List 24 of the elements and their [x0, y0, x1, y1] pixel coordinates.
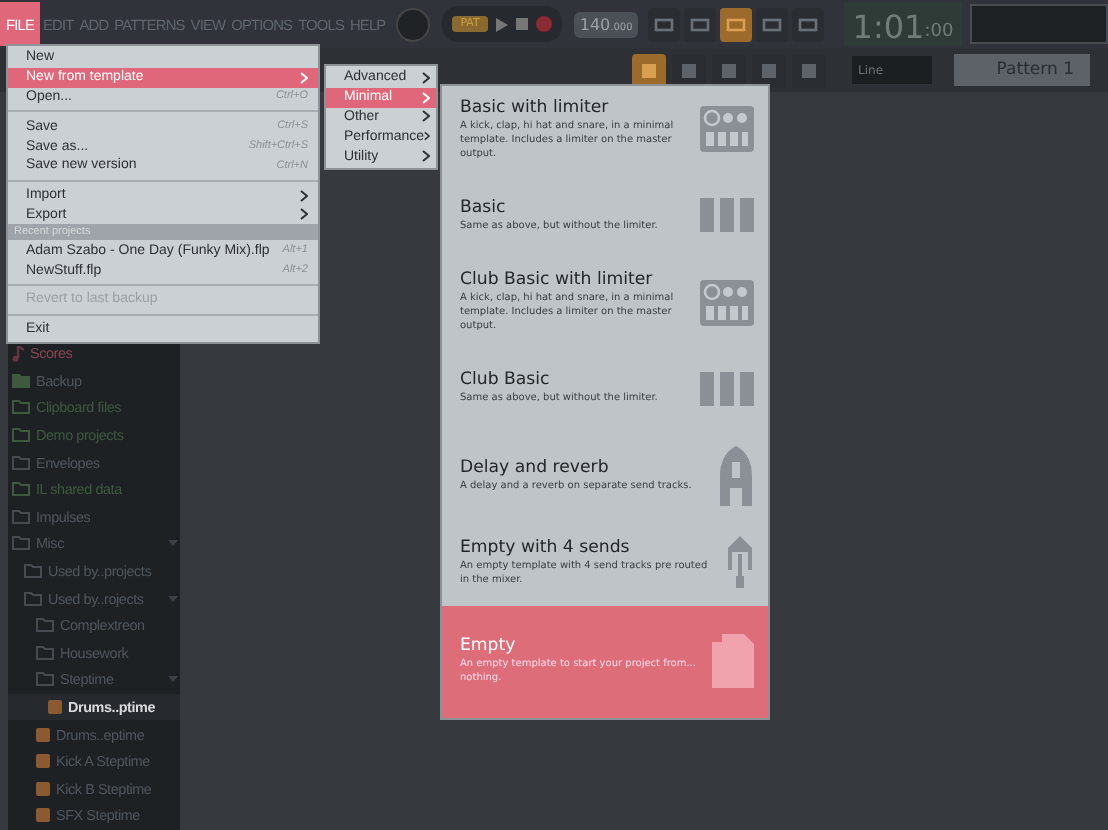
template-title: Club Basic with limiter — [460, 270, 655, 291]
chevron-down-icon[interactable] — [168, 540, 178, 547]
play-icon[interactable] — [495, 17, 508, 31]
router-icon — [726, 536, 754, 589]
document-icon — [712, 634, 754, 689]
template-title: Empty with 4 sends — [460, 537, 632, 558]
template-title: Basic with limiter — [460, 97, 611, 118]
fader-strips-icon — [700, 198, 754, 233]
mixer-module-icon — [700, 106, 754, 153]
template-title: Club Basic — [460, 370, 552, 391]
chevron-down-icon[interactable] — [168, 676, 178, 683]
stop-icon[interactable] — [515, 18, 528, 30]
tempo-knob[interactable] — [396, 7, 431, 41]
send-track-icon — [718, 443, 754, 508]
record-icon[interactable] — [535, 16, 552, 32]
template-title: Empty — [460, 636, 518, 657]
chevron-down-icon[interactable] — [168, 595, 178, 602]
music-note-icon — [12, 345, 24, 362]
fader-strips-icon — [700, 371, 754, 406]
template-title: Basic — [460, 197, 508, 218]
template-title: Delay and reverb — [460, 457, 611, 478]
song-position-display: 1:01:00 — [844, 2, 962, 46]
mixer-module-icon — [700, 279, 754, 326]
monitor-panel — [969, 4, 1108, 44]
